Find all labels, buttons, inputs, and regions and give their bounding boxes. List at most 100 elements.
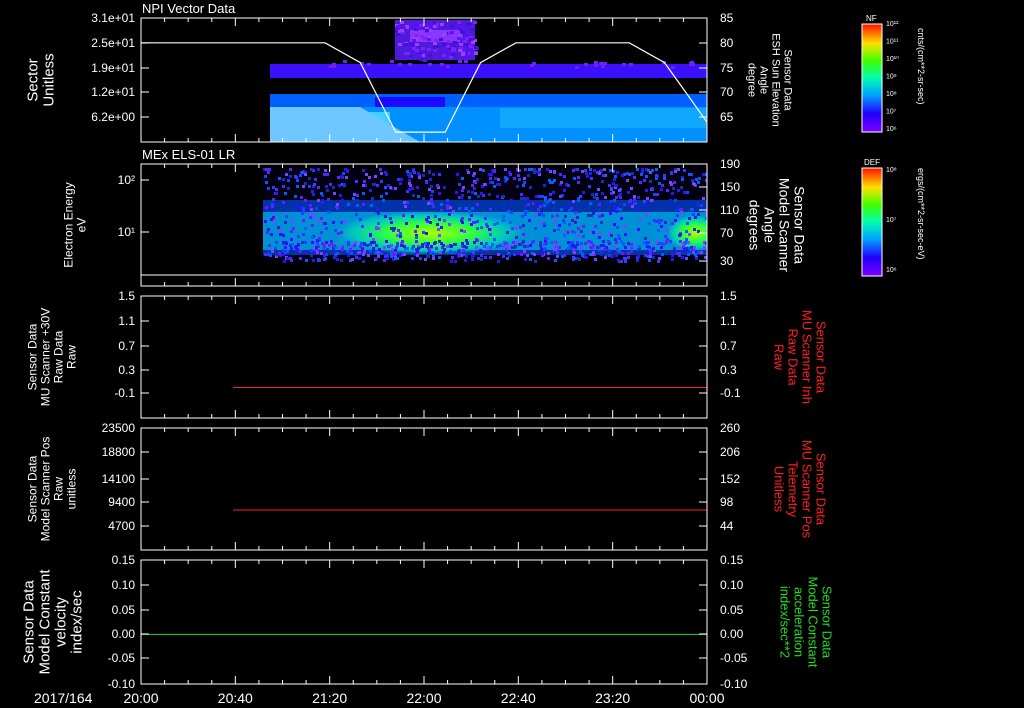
svg-text:Angle: Angle bbox=[758, 66, 770, 94]
ytick-right-label: 110 bbox=[720, 203, 739, 217]
ylabel-right-2: Sensor DataModel ScannerAngledegrees bbox=[747, 178, 808, 273]
svg-text:unitless: unitless bbox=[65, 469, 79, 510]
ytick-right-label: 70 bbox=[720, 85, 734, 99]
ytick-left-label: 1.5 bbox=[118, 289, 135, 303]
time-tick-label: 20:00 bbox=[123, 690, 158, 706]
svg-text:Sensor Data: Sensor Data bbox=[792, 186, 808, 264]
ylabel-right-4: Sensor DataMU Scanner PosTelemetryUnitle… bbox=[772, 440, 829, 539]
els-colorbar-tick: 10⁶ bbox=[886, 267, 897, 274]
ytick-right-label: 80 bbox=[720, 36, 734, 50]
svg-text:Model Constant: Model Constant bbox=[37, 569, 54, 675]
ytick-left-label: 0.05 bbox=[112, 603, 136, 617]
npi-spectrogram bbox=[270, 20, 707, 142]
ytick-right-label: 0.15 bbox=[720, 553, 744, 567]
ytick-left-label: 0.15 bbox=[112, 553, 136, 567]
ytick-right-label: -0.10 bbox=[720, 677, 748, 691]
svg-text:Sensor Data: Sensor Data bbox=[26, 455, 40, 522]
ytick-left-label: 3.1e+01 bbox=[91, 11, 135, 25]
npi-colorbar-tick: 10⁹ bbox=[886, 74, 897, 81]
ytick-right-label: 0.3 bbox=[720, 363, 737, 377]
svg-text:ESH Sun Elevation: ESH Sun Elevation bbox=[770, 33, 782, 127]
ytick-left-label: -0.1 bbox=[114, 386, 135, 400]
npi-colorbar-tick: 10⁸ bbox=[886, 91, 897, 98]
time-tick-label: 22:40 bbox=[501, 690, 536, 706]
els-colorbar-tick: 10⁸ bbox=[886, 167, 897, 174]
svg-text:acceleration: acceleration bbox=[792, 587, 807, 657]
svg-text:degree: degree bbox=[746, 63, 758, 97]
svg-text:Sensor Data: Sensor Data bbox=[26, 323, 40, 390]
panel-5-frame bbox=[140, 559, 708, 685]
panel-3-frame bbox=[140, 295, 708, 419]
ytick-left-label: 1.9e+01 bbox=[91, 61, 135, 75]
time-tick-label: 20:40 bbox=[218, 690, 253, 706]
svg-text:Sensor Data: Sensor Data bbox=[814, 453, 829, 526]
ylabel-left-1: Sector Unitless bbox=[25, 53, 58, 106]
ytick-right-label: 0.10 bbox=[720, 578, 744, 592]
svg-text:Sensor Data: Sensor Data bbox=[820, 586, 835, 659]
svg-text:Sensor Data: Sensor Data bbox=[782, 49, 794, 111]
els-colorbar-tag: DEF bbox=[864, 158, 880, 167]
svg-text:Raw Data: Raw Data bbox=[52, 330, 66, 383]
panel-4-frame bbox=[140, 427, 708, 551]
npi-colorbar-tick: 10⁷ bbox=[886, 109, 897, 116]
svg-text:index/sec: index/sec bbox=[69, 590, 86, 654]
svg-text:Model Scanner: Model Scanner bbox=[777, 178, 793, 273]
svg-text:Raw: Raw bbox=[65, 345, 79, 369]
svg-text:MU Scanner Inh: MU Scanner Inh bbox=[800, 310, 815, 404]
npi-title: NPI Vector Data bbox=[142, 1, 236, 16]
svg-text:index/sec**2: index/sec**2 bbox=[778, 586, 793, 658]
ytick-right-label: 1.1 bbox=[720, 314, 737, 328]
ytick-left-label: 18800 bbox=[102, 445, 136, 459]
ylabel-right-1: Sensor DataESH Sun ElevationAngledegree bbox=[746, 33, 794, 127]
ylabel-left-4: Sensor Data Model Scanner Pos Raw unitless bbox=[26, 437, 79, 542]
ytick-left-label: 0.10 bbox=[112, 578, 136, 592]
ytick-right-label: 75 bbox=[720, 61, 734, 75]
ylabel-left-2: Electron Energy eV bbox=[62, 182, 89, 267]
ytick-left-label: 0.7 bbox=[118, 339, 135, 353]
svg-text:velocity: velocity bbox=[53, 596, 70, 647]
ytick-left-label: 1.2e+01 bbox=[91, 85, 135, 99]
ytick-right-label: 30 bbox=[720, 254, 734, 268]
npi-colorbar-tick: 10¹¹ bbox=[886, 39, 899, 46]
svg-text:Raw: Raw bbox=[52, 477, 66, 501]
els-colorbar-tick: 10⁷ bbox=[886, 217, 897, 224]
svg-text:Raw Data: Raw Data bbox=[786, 328, 801, 386]
svg-text:Model Constant: Model Constant bbox=[806, 576, 821, 667]
ytick-right-label: 0.05 bbox=[720, 603, 744, 617]
ytick-right-label: 152 bbox=[720, 472, 740, 486]
ylabel-left-5: Sensor Data Model Constant velocity index/s… bbox=[21, 569, 86, 675]
ytick-left-label: 10¹ bbox=[118, 225, 135, 239]
npi-colorbar-label: cnts/(cm**2-sr-sec) bbox=[916, 28, 926, 105]
svg-text:MU Scanner +30V: MU Scanner +30V bbox=[39, 308, 53, 406]
ytick-left-label: 4700 bbox=[108, 519, 135, 533]
ytick-left-label: 0.00 bbox=[112, 627, 136, 641]
svg-text:MU Scanner Pos: MU Scanner Pos bbox=[800, 440, 815, 539]
time-tick-label: 23:20 bbox=[595, 690, 630, 706]
ytick-right-label: 150 bbox=[720, 180, 740, 194]
ytick-right-label: 260 bbox=[720, 421, 740, 435]
time-tick-label: 21:20 bbox=[312, 690, 347, 706]
ytick-right-label: 85 bbox=[720, 11, 734, 25]
ylabel-right-3: Sensor DataMU Scanner InhRaw DataRaw bbox=[772, 310, 829, 404]
svg-text:Unitless: Unitless bbox=[41, 53, 58, 106]
els-colorbar-label: ergs/(cm**2-sr-sec-eV) bbox=[916, 168, 926, 260]
ytick-left-label: 10² bbox=[118, 173, 135, 187]
els-colorbar: DEF 10⁸ 10⁷ 10⁶ ergs/(cm**2-sr-sec-eV) bbox=[861, 158, 926, 277]
svg-text:Model Scanner Pos: Model Scanner Pos bbox=[39, 437, 53, 542]
ytick-right-label: 190 bbox=[720, 157, 740, 171]
npi-colorbar-tick: 10¹⁰ bbox=[886, 55, 899, 63]
svg-text:eV: eV bbox=[75, 218, 89, 233]
npi-colorbar-tag: NF bbox=[866, 14, 877, 23]
svg-text:degrees: degrees bbox=[747, 200, 763, 251]
ytick-left-label: 14100 bbox=[102, 472, 136, 486]
date-label: 2017/164 bbox=[34, 690, 93, 706]
svg-text:Sensor Data: Sensor Data bbox=[814, 321, 829, 394]
ytick-left-label: 2.5e+01 bbox=[91, 36, 135, 50]
ytick-right-label: 98 bbox=[720, 495, 734, 509]
svg-text:Raw: Raw bbox=[772, 344, 787, 371]
ylabel-left-3: Sensor Data MU Scanner +30V Raw Data Raw bbox=[26, 308, 79, 406]
svg-text:Sector: Sector bbox=[25, 58, 42, 101]
svg-text:Unitless: Unitless bbox=[772, 466, 787, 513]
svg-text:Sensor Data: Sensor Data bbox=[21, 580, 38, 664]
ytick-left-label: 1.1 bbox=[118, 314, 135, 328]
